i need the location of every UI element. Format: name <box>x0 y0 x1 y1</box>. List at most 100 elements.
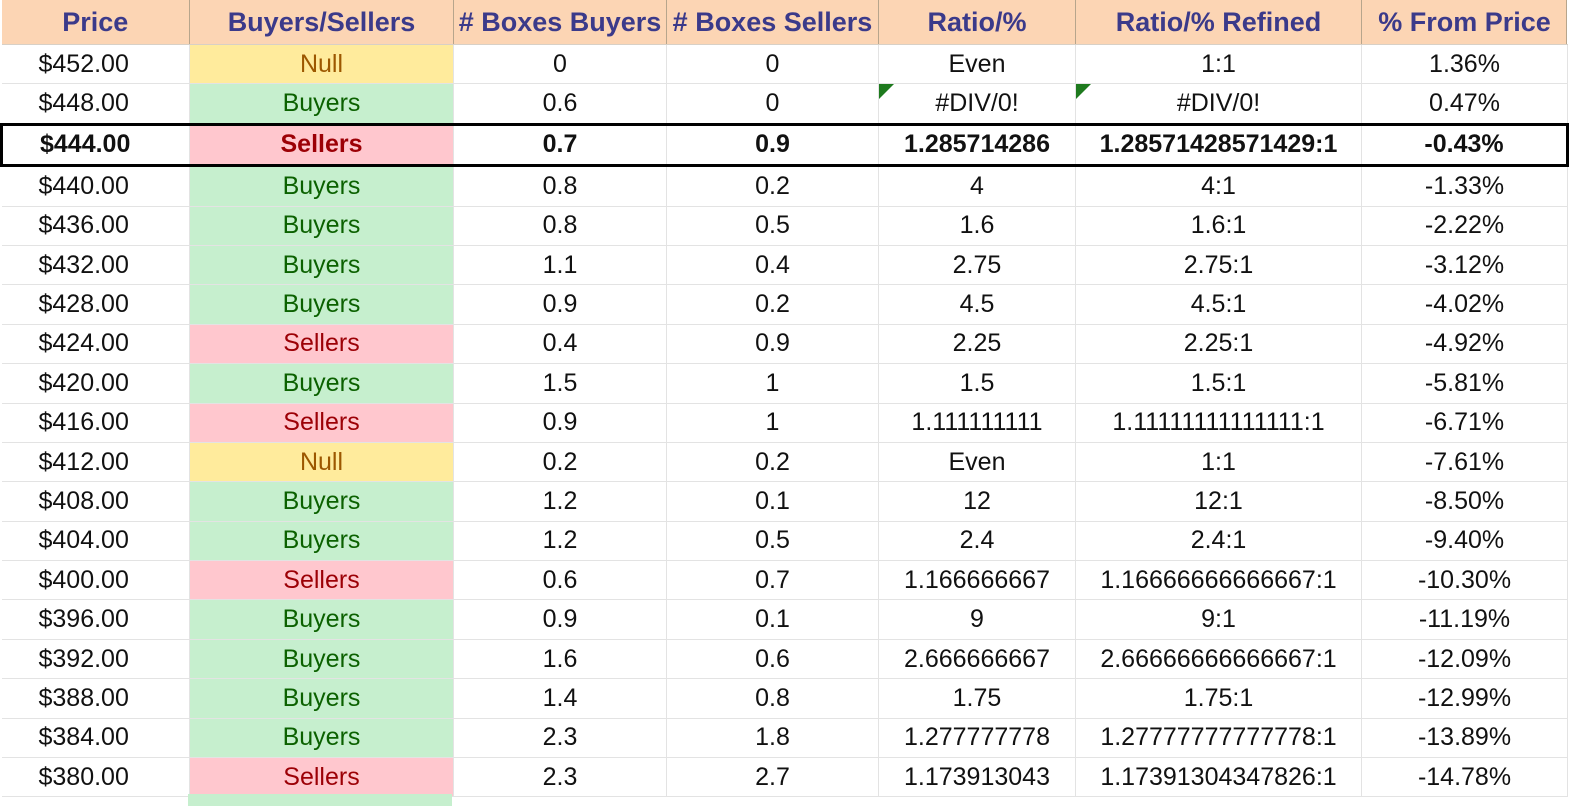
ratio-refined-cell[interactable]: 1.16666666666667:1 <box>1075 560 1362 601</box>
ratio-cell[interactable]: 2.25 <box>878 324 1076 365</box>
ratio-refined-cell[interactable]: 1.11111111111111:1 <box>1075 403 1362 443</box>
from-price-cell[interactable]: 0.47% <box>1361 83 1568 125</box>
price-cell[interactable]: $440.00 <box>1 165 190 207</box>
boxes-buyers-cell[interactable]: 0.7 <box>453 122 667 168</box>
ratio-cell[interactable]: Even <box>878 442 1076 483</box>
ratio-cell[interactable]: 1.166666667 <box>878 560 1076 601</box>
boxes-buyers-cell[interactable]: 0.8 <box>453 165 667 207</box>
buyers-sellers-cell[interactable]: Sellers <box>189 560 454 601</box>
boxes-sellers-cell[interactable]: 0 <box>666 83 879 125</box>
ratio-cell[interactable]: 1.173913043 <box>878 757 1076 798</box>
from-price-cell[interactable]: -4.02% <box>1361 284 1568 325</box>
price-cell[interactable]: $404.00 <box>1 521 190 562</box>
header-price[interactable]: Price <box>1 0 190 45</box>
from-price-cell[interactable]: -7.61% <box>1361 442 1568 483</box>
price-cell[interactable]: $452.00 <box>1 44 190 85</box>
from-price-cell[interactable]: -9.40% <box>1361 521 1568 562</box>
ratio-cell[interactable]: 1.6 <box>878 206 1076 246</box>
from-price-cell[interactable]: -5.81% <box>1361 363 1568 404</box>
price-cell[interactable]: $432.00 <box>1 245 190 286</box>
ratio-refined-cell[interactable]: #DIV/0! <box>1075 83 1362 125</box>
buyers-sellers-cell[interactable]: Null <box>189 44 454 85</box>
price-cell[interactable]: $424.00 <box>1 324 190 365</box>
from-price-cell[interactable]: -3.12% <box>1361 245 1568 286</box>
boxes-sellers-cell[interactable]: 1 <box>666 403 879 443</box>
boxes-buyers-cell[interactable]: 0.9 <box>453 599 667 640</box>
header-buyers-sellers[interactable]: Buyers/Sellers <box>189 0 454 45</box>
boxes-sellers-cell[interactable]: 0.8 <box>666 678 879 719</box>
ratio-refined-cell[interactable]: 4.5:1 <box>1075 284 1362 325</box>
price-cell[interactable]: $408.00 <box>1 481 190 522</box>
boxes-buyers-cell[interactable]: 1.1 <box>453 245 667 286</box>
ratio-refined-cell[interactable]: 2.66666666666667:1 <box>1075 639 1362 680</box>
price-cell[interactable]: $388.00 <box>1 678 190 719</box>
boxes-buyers-cell[interactable]: 0.6 <box>453 560 667 601</box>
from-price-cell[interactable]: -10.30% <box>1361 560 1568 601</box>
ratio-refined-cell[interactable]: 2.4:1 <box>1075 521 1362 562</box>
from-price-cell[interactable]: -8.50% <box>1361 481 1568 522</box>
ratio-refined-cell[interactable]: 4:1 <box>1075 165 1362 207</box>
error-indicator-icon[interactable] <box>1076 84 1091 100</box>
boxes-sellers-cell[interactable]: 0.1 <box>666 599 879 640</box>
ratio-cell[interactable]: 1.277777778 <box>878 718 1076 759</box>
from-price-cell[interactable]: -12.99% <box>1361 678 1568 719</box>
ratio-cell[interactable]: 2.75 <box>878 245 1076 286</box>
header-ratio-refined[interactable]: Ratio/% Refined <box>1075 0 1362 45</box>
ratio-cell[interactable]: Even <box>878 44 1076 85</box>
boxes-sellers-cell[interactable]: 0.2 <box>666 165 879 207</box>
from-price-cell[interactable]: -4.92% <box>1361 324 1568 365</box>
header-ratio[interactable]: Ratio/% <box>878 0 1076 45</box>
boxes-buyers-cell[interactable]: 0 <box>453 44 667 85</box>
price-cell[interactable]: $396.00 <box>1 599 190 640</box>
ratio-cell[interactable]: 1.285714286 <box>878 122 1076 168</box>
boxes-buyers-cell[interactable]: 2.3 <box>453 718 667 759</box>
buyers-sellers-cell[interactable]: Buyers <box>189 245 454 286</box>
from-price-cell[interactable]: -2.22% <box>1361 206 1568 246</box>
buyers-sellers-cell[interactable]: Buyers <box>189 363 454 404</box>
boxes-sellers-cell[interactable]: 0.5 <box>666 206 879 246</box>
ratio-cell[interactable]: 1.111111111 <box>878 403 1076 443</box>
from-price-cell[interactable]: -6.71% <box>1361 403 1568 443</box>
ratio-refined-cell[interactable]: 1.75:1 <box>1075 678 1362 719</box>
header-boxes-sellers[interactable]: # Boxes Sellers <box>666 0 879 45</box>
buyers-sellers-cell[interactable]: Buyers <box>189 718 454 759</box>
price-cell[interactable]: $392.00 <box>1 639 190 680</box>
buyers-sellers-cell[interactable]: Buyers <box>189 521 454 562</box>
boxes-buyers-cell[interactable]: 0.8 <box>453 206 667 246</box>
from-price-cell[interactable]: -0.43% <box>1361 122 1569 168</box>
boxes-buyers-cell[interactable]: 1.2 <box>453 481 667 522</box>
ratio-refined-cell[interactable]: 1.6:1 <box>1075 206 1362 246</box>
boxes-sellers-cell[interactable]: 2.7 <box>666 757 879 798</box>
buyers-sellers-cell[interactable]: Buyers <box>189 83 454 125</box>
buyers-sellers-cell[interactable]: Buyers <box>189 481 454 522</box>
buyers-sellers-cell[interactable]: Buyers <box>189 599 454 640</box>
ratio-cell[interactable]: 9 <box>878 599 1076 640</box>
buyers-sellers-cell[interactable]: Null <box>189 442 454 483</box>
ratio-refined-cell[interactable]: 1.5:1 <box>1075 363 1362 404</box>
from-price-cell[interactable]: -11.19% <box>1361 599 1568 640</box>
boxes-sellers-cell[interactable]: 0 <box>666 44 879 85</box>
ratio-cell[interactable]: #DIV/0! <box>878 83 1076 125</box>
boxes-sellers-cell[interactable]: 0.1 <box>666 481 879 522</box>
boxes-sellers-cell[interactable]: 0.6 <box>666 639 879 680</box>
header-from-price[interactable]: % From Price <box>1361 0 1568 45</box>
price-cell[interactable]: $400.00 <box>1 560 190 601</box>
ratio-refined-cell[interactable]: 1.17391304347826:1 <box>1075 757 1362 798</box>
price-cell[interactable]: $420.00 <box>1 363 190 404</box>
from-price-cell[interactable]: -14.78% <box>1361 757 1568 798</box>
price-cell[interactable]: $436.00 <box>1 206 190 246</box>
ratio-refined-cell[interactable]: 2.25:1 <box>1075 324 1362 365</box>
price-cell[interactable]: $412.00 <box>1 442 190 483</box>
ratio-refined-cell[interactable]: 9:1 <box>1075 599 1362 640</box>
ratio-cell[interactable]: 1.75 <box>878 678 1076 719</box>
boxes-buyers-cell[interactable]: 2.3 <box>453 757 667 798</box>
header-boxes-buyers[interactable]: # Boxes Buyers <box>453 0 667 45</box>
ratio-refined-cell[interactable]: 1:1 <box>1075 442 1362 483</box>
price-cell[interactable]: $444.00 <box>0 122 190 168</box>
boxes-buyers-cell[interactable]: 1.5 <box>453 363 667 404</box>
from-price-cell[interactable]: -12.09% <box>1361 639 1568 680</box>
boxes-sellers-cell[interactable]: 0.4 <box>666 245 879 286</box>
buyers-sellers-cell[interactable]: Buyers <box>189 678 454 719</box>
ratio-refined-cell[interactable]: 1.27777777777778:1 <box>1075 718 1362 759</box>
boxes-buyers-cell[interactable]: 0.9 <box>453 284 667 325</box>
